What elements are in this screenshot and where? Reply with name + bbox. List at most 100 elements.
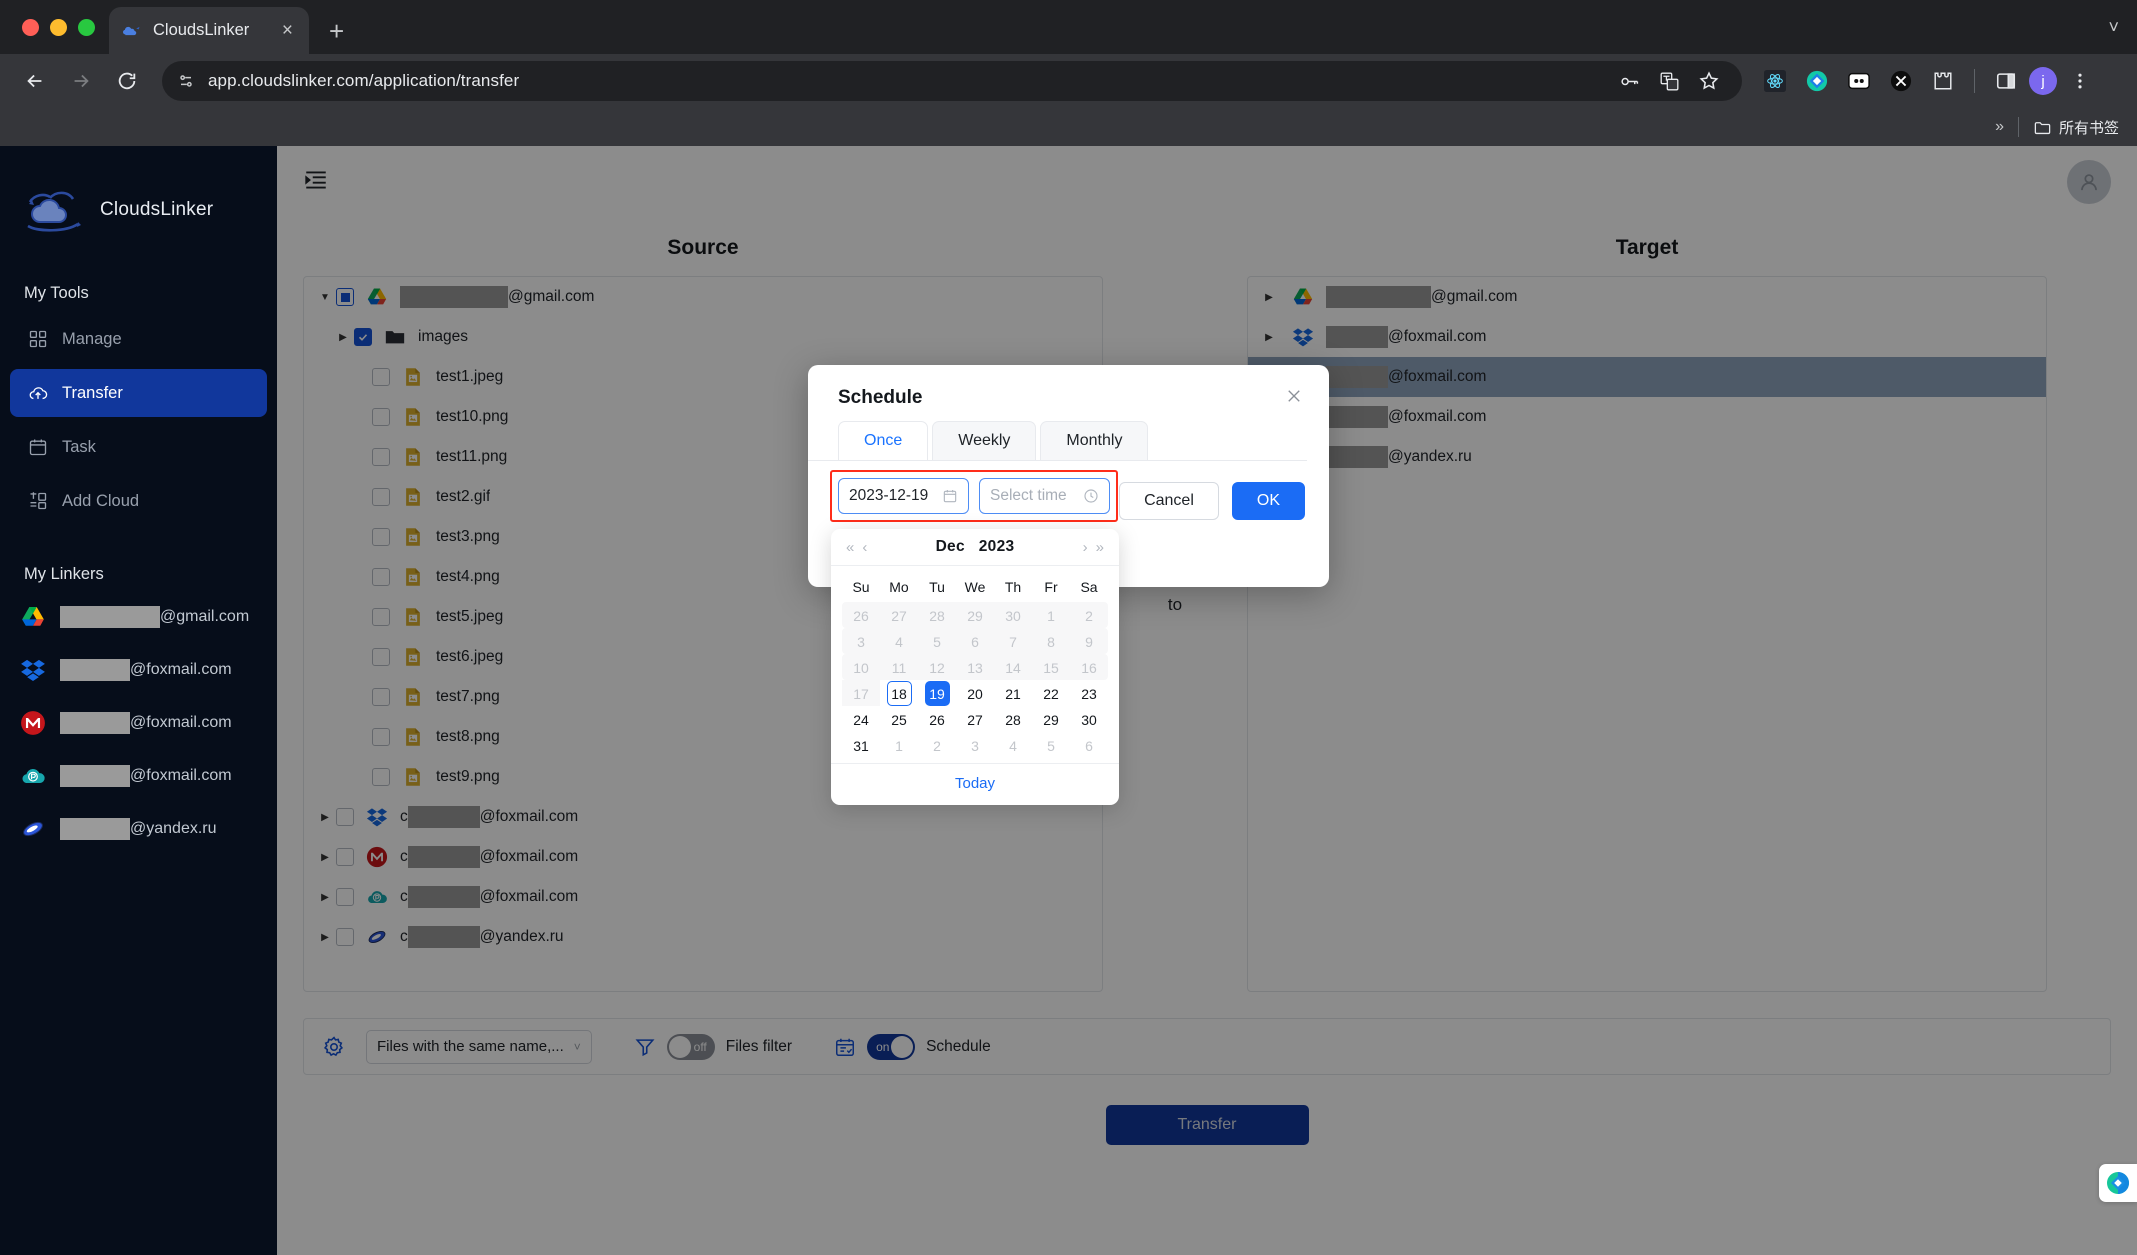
puzzle-extension-icon[interactable] — [1924, 62, 1962, 100]
row-checkbox[interactable] — [372, 528, 390, 546]
calendar-month[interactable]: Dec — [936, 538, 965, 555]
calendar-year[interactable]: 2023 — [979, 538, 1015, 555]
tab-weekly[interactable]: Weekly — [932, 421, 1037, 460]
sidebar-item-add-cloud[interactable]: Add Cloud — [10, 477, 267, 525]
prev-month-button[interactable]: ‹ — [858, 539, 871, 556]
row-checkbox[interactable] — [372, 768, 390, 786]
row-checkbox[interactable] — [372, 728, 390, 746]
row-checkbox[interactable] — [336, 808, 354, 826]
table-row[interactable]: ▶ images — [304, 317, 1102, 357]
three-dots-menu-icon[interactable] — [2061, 62, 2099, 100]
calendar-day[interactable]: 20 — [963, 681, 988, 706]
gear-icon[interactable] — [322, 1035, 346, 1059]
table-row[interactable]: ▶ @gmail.com — [1248, 277, 2046, 317]
date-input[interactable]: 2023-12-19 — [838, 478, 969, 514]
files-filter-toggle[interactable]: off — [666, 1033, 715, 1060]
sidebar-linker-item[interactable]: @foxmail.com — [0, 696, 277, 749]
star-icon[interactable] — [1690, 62, 1728, 100]
bookmarks-overflow-icon[interactable]: » — [1995, 118, 2004, 136]
time-input[interactable]: Select time — [979, 478, 1110, 514]
sidebar-linker-item[interactable]: @foxmail.com — [0, 749, 277, 802]
calendar-day[interactable]: 28 — [1001, 707, 1026, 732]
calendar-day[interactable]: 22 — [1039, 681, 1064, 706]
row-checkbox[interactable] — [372, 408, 390, 426]
funnel-icon[interactable] — [634, 1036, 656, 1058]
side-panel-icon[interactable] — [1987, 62, 2025, 100]
sidebar-item-manage[interactable]: Manage — [10, 315, 267, 363]
calendar-cell[interactable]: 23 — [1070, 680, 1108, 706]
calendar-day[interactable]: 23 — [1077, 681, 1102, 706]
browser-tab[interactable]: CloudsLinker × — [109, 7, 309, 54]
calendar-day[interactable]: 24 — [849, 707, 874, 732]
calendar-day[interactable]: 29 — [1039, 707, 1064, 732]
table-row[interactable]: ▼ @gmail.com — [304, 277, 1102, 317]
site-settings-icon[interactable] — [176, 71, 196, 91]
table-row[interactable]: ▶@foxmail.com — [1248, 357, 2046, 397]
calendar-cell[interactable]: 28 — [994, 706, 1032, 732]
calendar-cell[interactable]: 24 — [842, 706, 880, 732]
row-checkbox[interactable] — [336, 288, 354, 306]
chevron-down-icon[interactable]: ˅ — [2108, 17, 2137, 38]
chevron-right-icon[interactable]: ▶ — [314, 852, 336, 863]
reload-icon[interactable] — [106, 60, 148, 102]
calendar-check-icon[interactable] — [834, 1036, 856, 1058]
same-name-select[interactable]: Files with the same name,... ˅ — [366, 1029, 592, 1064]
chevron-right-icon[interactable]: ▶ — [314, 812, 336, 823]
collapse-sidebar-icon[interactable] — [303, 167, 333, 197]
row-checkbox[interactable] — [354, 328, 372, 346]
row-checkbox[interactable] — [372, 608, 390, 626]
calendar-cell[interactable]: 26 — [918, 706, 956, 732]
calendar-cell[interactable]: 27 — [956, 706, 994, 732]
close-window-button[interactable] — [22, 18, 39, 36]
maximize-window-button[interactable] — [78, 18, 95, 36]
translate-icon[interactable] — [1650, 62, 1688, 100]
row-checkbox[interactable] — [372, 568, 390, 586]
chevron-right-icon[interactable]: ▶ — [314, 892, 336, 903]
key-icon[interactable] — [1610, 62, 1648, 100]
table-row[interactable]: ▶@yandex.ru — [1248, 437, 2046, 477]
row-checkbox[interactable] — [336, 848, 354, 866]
chevron-right-icon[interactable]: ▶ — [332, 332, 354, 343]
calendar-cell[interactable]: 29 — [1032, 706, 1070, 732]
calendar-day[interactable]: 31 — [849, 733, 874, 758]
ok-button[interactable]: OK — [1231, 482, 1305, 520]
chevron-down-icon[interactable]: ▼ — [314, 292, 336, 303]
calendar-day[interactable]: 25 — [887, 707, 912, 732]
close-icon[interactable]: × — [278, 19, 297, 42]
forward-arrow-icon[interactable] — [60, 60, 102, 102]
calendar-day[interactable]: 19 — [924, 680, 950, 706]
chevron-right-icon[interactable]: ▶ — [1258, 292, 1280, 303]
calendar-day[interactable]: 18 — [886, 680, 912, 706]
next-month-button[interactable]: › — [1079, 539, 1092, 556]
diamond-extension-icon[interactable] — [1798, 62, 1836, 100]
table-row[interactable]: ▶@foxmail.com — [1248, 317, 2046, 357]
close-icon[interactable] — [1281, 383, 1307, 409]
row-checkbox[interactable] — [372, 688, 390, 706]
profile-avatar[interactable]: j — [2029, 67, 2057, 95]
minimize-window-button[interactable] — [50, 18, 67, 36]
calendar-cell[interactable]: 18 — [880, 680, 918, 706]
calendar-cell[interactable]: 20 — [956, 680, 994, 706]
prev-year-button[interactable]: « — [842, 539, 858, 556]
schedule-toggle[interactable]: on — [867, 1033, 916, 1060]
calendar-cell[interactable]: 19 — [918, 680, 956, 706]
sidebar-linker-item[interactable]: @yandex.ru — [0, 802, 277, 855]
table-row[interactable]: ▶ c @foxmail.com — [304, 837, 1102, 877]
target-tree[interactable]: ▶@gmail.com▶@foxmail.com▶@foxmail.com▶@f… — [1247, 276, 2047, 992]
calendar-day[interactable]: 30 — [1077, 707, 1102, 732]
transfer-button[interactable]: Transfer — [1105, 1105, 1309, 1145]
react-extension-icon[interactable] — [1756, 62, 1794, 100]
table-row[interactable]: ▶@foxmail.com — [1248, 397, 2046, 437]
table-row[interactable]: ▶ c @yandex.ru — [304, 917, 1102, 957]
calendar-day[interactable]: 26 — [925, 707, 950, 732]
address-bar[interactable]: app.cloudslinker.com/application/transfe… — [162, 61, 1742, 101]
chevron-right-icon[interactable]: ▶ — [1258, 332, 1280, 343]
chevron-right-icon[interactable]: ▶ — [314, 932, 336, 943]
x-extension-icon[interactable] — [1882, 62, 1920, 100]
all-bookmarks-button[interactable]: 所有书签 — [2033, 117, 2119, 138]
today-button[interactable]: Today — [831, 763, 1119, 803]
row-checkbox[interactable] — [372, 648, 390, 666]
calendar-cell[interactable]: 21 — [994, 680, 1032, 706]
tab-monthly[interactable]: Monthly — [1040, 421, 1149, 460]
calendar-cell[interactable]: 31 — [842, 732, 880, 758]
